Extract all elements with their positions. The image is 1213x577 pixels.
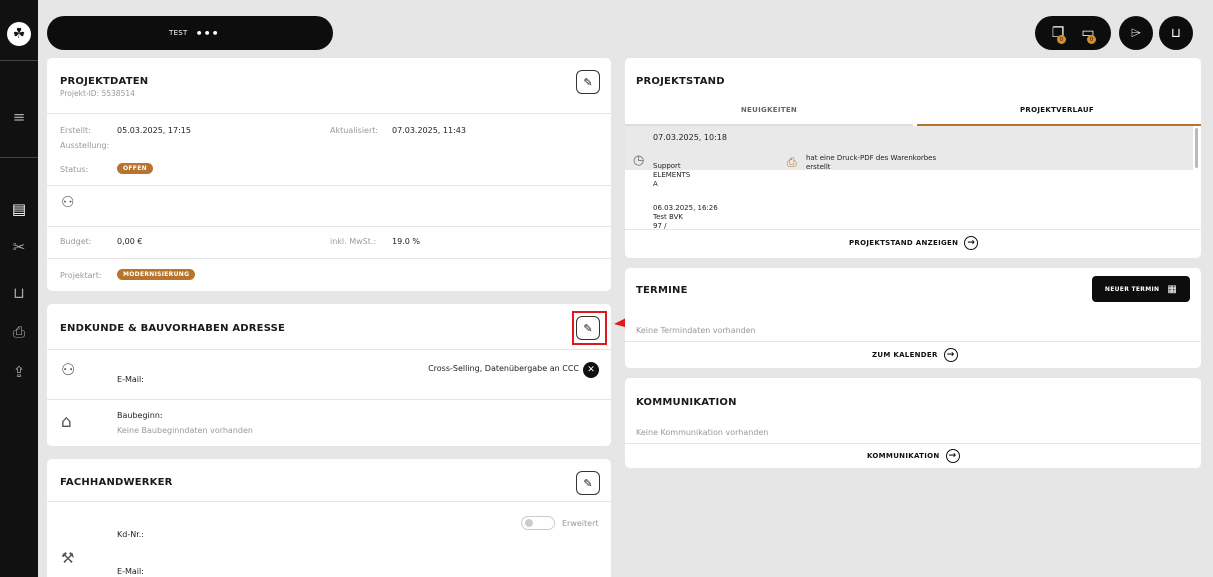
clipboard-icon[interactable]: ▤ — [0, 200, 38, 218]
erstellt-value: 05.03.2025, 17:15 — [117, 126, 191, 135]
status-badge: OFFEN — [117, 163, 153, 174]
aktualisiert-label: Aktualisiert: — [330, 126, 379, 135]
email-label: E-Mail: — [117, 375, 144, 384]
tab-neuigkeiten[interactable]: NEUIGKEITEN — [625, 106, 913, 114]
mwst-label: inkl. MwSt.: — [330, 237, 377, 246]
cart-icon[interactable]: ⊔ — [0, 284, 38, 302]
link-label: ZUM KALENDER — [872, 351, 938, 359]
calendar-icon: ▦ — [1167, 283, 1178, 295]
arrow-right-icon: → — [943, 348, 958, 362]
divider — [0, 60, 38, 61]
arrow-right-icon: → — [964, 236, 979, 250]
divider — [625, 229, 1201, 230]
folder-icon[interactable]: ▭ 0 — [1073, 25, 1103, 44]
neuer-termin-button[interactable]: NEUER TERMIN ▦ — [1092, 276, 1190, 302]
person-icon: ⚇ — [61, 360, 76, 379]
house-icon: ⌂ — [61, 412, 72, 432]
kdnr-label: Kd-Nr.: — [117, 530, 144, 539]
fachhandwerker-card: FACHHANDWERKER ✎ Erweitert Kd-Nr.: ⚒ E-M… — [47, 459, 611, 577]
printer-icon[interactable]: ⎙ — [0, 323, 38, 341]
more-icon[interactable]: ••• — [196, 27, 220, 40]
endkunde-card: ENDKUNDE & BAUVORHABEN ADRESSE ✎ ⚇ E-Mai… — [47, 304, 611, 446]
aktualisiert-value: 07.03.2025, 11:43 — [392, 126, 466, 135]
badge: 0 — [1087, 35, 1096, 44]
arrow-right-icon: → — [945, 449, 960, 463]
entry-author-3: A — [653, 180, 658, 188]
divider — [47, 113, 611, 114]
entry-author-2: ELEMENTS — [653, 171, 691, 179]
card-title: PROJEKTDATEN — [60, 76, 149, 87]
projektart-label: Projektart: — [60, 271, 102, 280]
tools-icon[interactable]: ✂ — [0, 238, 38, 256]
menu-icon[interactable]: ≡ — [0, 108, 38, 126]
erstellt-label: Erstellt: — [60, 126, 91, 135]
logo-icon[interactable]: ☘ — [7, 22, 31, 46]
divider — [625, 341, 1201, 342]
badge: 0 — [1057, 35, 1066, 44]
kommunikation-card: KOMMUNIKATION Keine Kommunikation vorhan… — [625, 378, 1201, 468]
mwst-value: 19.0 % — [392, 237, 420, 246]
entry-text: hat eine Druck-PDF des Warenkorbes — [806, 154, 937, 162]
toggle-label: Erweitert — [562, 519, 599, 528]
divider — [47, 349, 611, 350]
divider — [47, 258, 611, 259]
project-title-bar[interactable]: TEST ••• — [47, 16, 333, 50]
highlight-box — [572, 311, 607, 345]
scrollbar[interactable] — [1195, 128, 1198, 168]
cart-button[interactable]: ⊔ — [1159, 16, 1193, 50]
share-icon[interactable]: ⇪ — [0, 363, 38, 381]
card-title: ENDKUNDE & BAUVORHABEN ADRESSE — [60, 323, 286, 334]
tag-icon[interactable]: ⌲ — [1119, 16, 1153, 50]
empty-state: Keine Termindaten vorhanden — [636, 326, 756, 335]
card-title: PROJEKTSTAND — [636, 76, 725, 87]
link-label: PROJEKTSTAND ANZEIGEN — [849, 239, 959, 247]
edit-icon[interactable]: ✎ — [576, 70, 600, 94]
printer-icon: ⎙ — [787, 155, 797, 169]
projektstand-anzeigen-link[interactable]: PROJEKTSTAND ANZEIGEN → — [849, 236, 979, 250]
termine-card: TERMINE NEUER TERMIN ▦ Keine Termindaten… — [625, 268, 1201, 368]
button-label: NEUER TERMIN — [1104, 285, 1160, 293]
close-icon[interactable]: ✕ — [583, 362, 599, 378]
entry-author: Support — [653, 162, 681, 170]
ausstellung-label: Ausstellung: — [60, 141, 110, 150]
worker-icon: ⚒ — [61, 549, 75, 567]
divider — [47, 226, 611, 227]
projektart-badge: MODERNISIERUNG — [117, 269, 196, 280]
divider — [47, 501, 611, 502]
card-title: FACHHANDWERKER — [60, 477, 173, 488]
edit-icon[interactable]: ✎ — [576, 471, 600, 495]
project-name: TEST — [169, 29, 188, 37]
divider — [625, 443, 1201, 444]
projektdaten-card: PROJEKTDATEN Projekt-ID: 5538514 ✎ Erste… — [47, 58, 611, 291]
status-label: Status: — [60, 165, 89, 174]
erweitert-toggle[interactable] — [521, 516, 555, 530]
tab-projektverlauf[interactable]: PROJEKTVERLAUF — [913, 106, 1201, 114]
clock-icon: ◷ — [633, 153, 645, 168]
budget-label: Budget: — [60, 237, 92, 246]
add-document-icon[interactable]: ❐ 0 — [1043, 25, 1073, 44]
cross-selling-label: Cross-Selling, Datenübergabe an CCC — [428, 364, 579, 373]
projektstand-card: PROJEKTSTAND NEUIGKEITEN PROJEKTVERLAUF … — [625, 58, 1201, 258]
divider — [0, 157, 38, 158]
email-label: E-Mail: — [117, 567, 144, 576]
baubeginn-value: Keine Baubeginndaten vorhanden — [117, 426, 253, 435]
sidebar: ☘ ≡ ▤ ✂ ⊔ ⎙ ⇪ — [0, 0, 38, 577]
link-label: KOMMUNIKATION — [867, 452, 940, 460]
baubeginn-label: Baubeginn: — [117, 411, 163, 420]
divider — [47, 185, 611, 186]
card-title: TERMINE — [636, 285, 688, 296]
empty-state: Keine Kommunikation vorhanden — [636, 428, 769, 437]
entry-text-2: erstellt — [806, 163, 831, 171]
card-title: KOMMUNIKATION — [636, 397, 737, 408]
kommunikation-link[interactable]: KOMMUNIKATION → — [867, 449, 960, 463]
entry-date: 07.03.2025, 10:18 — [653, 133, 727, 142]
entry-date: 06.03.2025, 16:26 — [653, 204, 718, 212]
document-actions: ❐ 0 ▭ 0 — [1035, 16, 1111, 50]
budget-value: 0,00 € — [117, 237, 143, 246]
divider — [47, 399, 611, 400]
zum-kalender-link[interactable]: ZUM KALENDER → — [872, 348, 958, 362]
entry-author: Test BVK — [653, 213, 683, 221]
projekt-id: Projekt-ID: 5538514 — [60, 89, 135, 98]
user-icon: ⚇ — [61, 193, 75, 211]
